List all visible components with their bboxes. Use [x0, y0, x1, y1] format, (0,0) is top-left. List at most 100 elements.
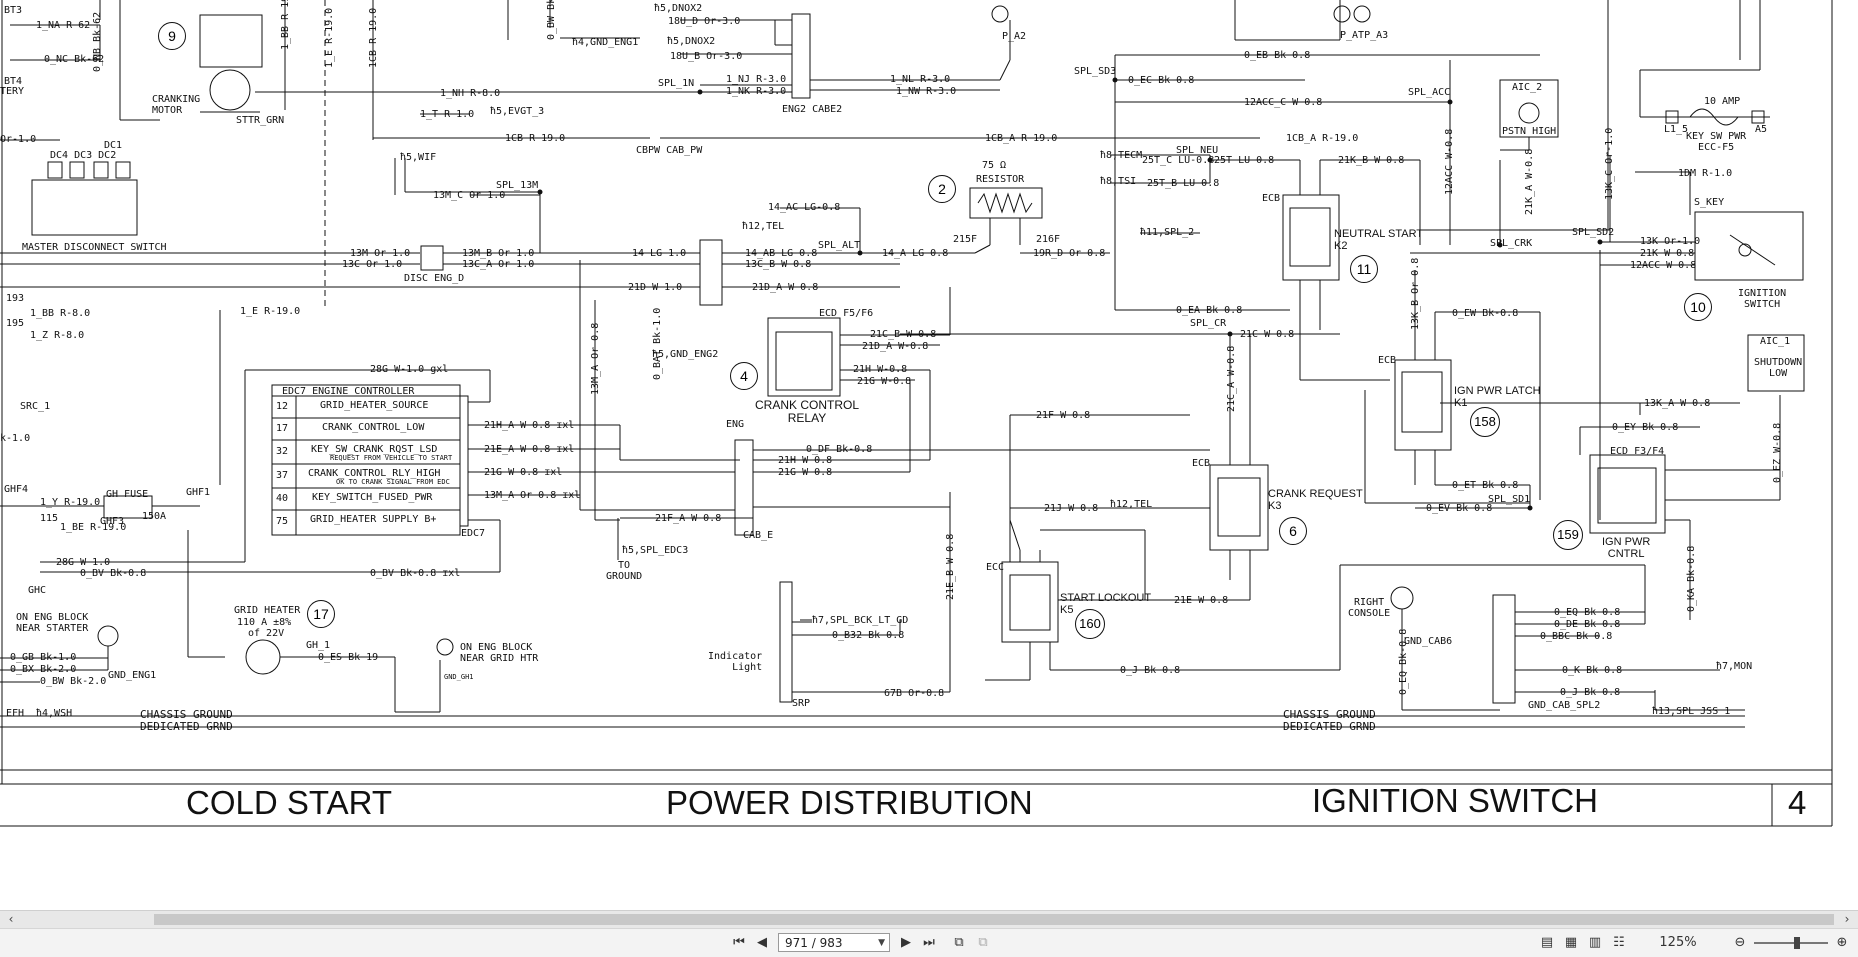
prev-page-icon[interactable]: ◀ [754, 934, 770, 952]
chassis-ground-label: CHASSIS GROUND [140, 708, 233, 721]
ecb-label: ECB [1262, 193, 1281, 204]
wire-label: 0_DE Bk-0.8 [1554, 619, 1621, 630]
wire-label: SPL_ALT [818, 240, 861, 251]
edc7-pin: 37 [276, 470, 289, 481]
wire-label: ħ12,TEL [742, 221, 785, 232]
edc7-signal: KEY_SWITCH_FUSED_PWR [312, 492, 433, 503]
wire-label: SPL_CR [1190, 318, 1227, 329]
wire-label: 21E W-0.8 [1174, 595, 1229, 606]
paste-icon[interactable]: ⧉ [974, 934, 992, 952]
wire-label: 25T_C LU-0.8 [1142, 155, 1215, 166]
gnd-cab-spl2-label: GND_CAB_SPL2 [1528, 700, 1601, 711]
cab-e-label: CAB_E [743, 530, 774, 541]
wire-label: 21C W-0.8 [1240, 329, 1295, 340]
wire-label: SPL_SD3 [1074, 66, 1117, 77]
resistor-label: RESISTOR [976, 174, 1025, 185]
gnd-cab6-label: GND_CAB6 [1404, 636, 1453, 647]
two-page-continuous-icon[interactable]: ☷ [1610, 934, 1628, 952]
two-page-view-icon[interactable]: ▥ [1586, 934, 1604, 952]
single-page-view-icon[interactable]: ▤ [1538, 934, 1556, 952]
scroll-right-icon[interactable]: › [1840, 912, 1854, 926]
key-sw-pwr-label: KEY SW PWR ECC-F5 [1686, 131, 1747, 153]
wire-label: 21K_A W-0.8 [1524, 148, 1535, 215]
wire-label: 13C_A Or-1.0 [462, 259, 535, 270]
zoom-out-icon[interactable]: ⊖ [1732, 934, 1748, 952]
wire-label: 21K_B W-0.8 [1338, 155, 1405, 166]
eng-block-starter-label: ON ENG BLOCK NEAR STARTER [16, 612, 89, 634]
wire-label: 28G W-1.0 [56, 557, 111, 568]
ghf4-label: GHF4 [4, 484, 29, 495]
ignition-switch-label: IGNITION SWITCH [1738, 288, 1787, 310]
wire-label: 25T LU-0.8 [1214, 155, 1275, 166]
wire-label: 21E_A W-0.8 ɪxl [484, 444, 575, 455]
schematic-page: BT3 1_NA R-62 0_NC Bk-62 BT4 TERY Or-1.0… [0, 0, 1858, 910]
scroll-left-icon[interactable]: ‹ [4, 912, 18, 926]
wire-label: 13K_B Or-0.8 [1410, 257, 1421, 330]
wire-label: 1CB R-19.0 [505, 133, 566, 144]
edc7-pin: 75 [276, 516, 289, 527]
wire-label: 21H W-0.8 [853, 364, 908, 375]
edc7-pin: 17 [276, 423, 289, 434]
last-page-icon[interactable]: ⏭ [920, 934, 938, 952]
callout-badge: 10 [1684, 293, 1712, 321]
wire-label: 18U_B Or-3.0 [670, 51, 743, 62]
wire-label: 1CB_A R-19.0 [985, 133, 1058, 144]
pstn-high-label: PSTN HIGH [1502, 126, 1557, 137]
wire-label: 1_NH R-8.0 [440, 88, 501, 99]
horizontal-scrollbar[interactable]: ‹ › [0, 910, 1858, 929]
wire-label: GH_1 [306, 640, 331, 651]
wire-label: ħ5,WIF [400, 152, 437, 163]
page-number-field[interactable]: 971 / 983 ▼ [778, 933, 890, 952]
zoom-in-icon[interactable]: ⊕ [1834, 934, 1850, 952]
continuous-view-icon[interactable]: ▦ [1562, 934, 1580, 952]
wire-label: 21F W-0.8 [1036, 410, 1091, 421]
wire-label: ħ5,EVGT_3 [490, 106, 545, 117]
wire-label: 13M Or-1.0 [350, 248, 411, 259]
wire-label: ħ13,SPL_JSS_1 [1652, 706, 1731, 717]
wire-label: 1_NK R-3.0 [726, 86, 787, 97]
first-page-icon[interactable]: ⏮ [730, 934, 748, 952]
edc7-title: EDC7 ENGINE CONTROLLER [282, 386, 415, 397]
wire-label: EFH [6, 708, 25, 719]
s-key-label: S_KEY [1694, 197, 1725, 208]
wire-label: 14_AC LG-0.8 [768, 202, 841, 213]
gnd-eng1-label: GND_ENG1 [108, 670, 157, 681]
edc7-label: EDC7 [461, 528, 486, 539]
wire-label: 21E_B W-0.8 [945, 533, 956, 600]
scrollbar-thumb[interactable] [154, 914, 1834, 925]
callout-badge: 2 [928, 175, 956, 203]
zoom-level[interactable]: 125% [1654, 934, 1702, 952]
wire-label: SPL_NEU [1176, 145, 1219, 156]
wire-label: 12ACC_C W-0.8 [1244, 97, 1323, 108]
wire-label: SPL_CRK [1490, 238, 1533, 249]
aic1-label: AIC_1 [1760, 336, 1791, 347]
wire-label: Or-1.0 [0, 134, 37, 145]
copy-icon[interactable]: ⧉ [950, 934, 968, 952]
ecd-f3f4-label: ECD F3/F4 [1610, 446, 1665, 457]
crank-request-label: CRANK REQUEST K3 [1268, 488, 1363, 512]
section-title-cold-start: COLD START [186, 784, 392, 821]
wire-label: 12ACC W-0.8 [1630, 260, 1697, 271]
wire-label: 195 [6, 318, 25, 329]
wire-label: 28G W-1.0 gxl [370, 364, 449, 375]
wire-label: 0_J Bk-0.8 [1120, 665, 1181, 676]
wire-label: 19R_D Or-0.8 [1033, 248, 1106, 259]
next-page-icon[interactable]: ▶ [898, 934, 914, 952]
wire-label: 0_EC Bk-0.8 [1128, 75, 1195, 86]
section-title-power-distribution: POWER DISTRIBUTION [666, 784, 1033, 821]
wire-label: 13M_A Or-0.8 ɪxl [484, 490, 581, 501]
to-ground-label: TO GROUND [606, 560, 643, 582]
callout-badge: 6 [1279, 517, 1307, 545]
ghc-label: GHC [28, 585, 47, 596]
wire-label: 21H_A W-0.8 ɪxl [484, 420, 575, 431]
ten-amp-label: 10 AMP [1704, 96, 1741, 107]
zoom-slider[interactable] [1754, 937, 1828, 949]
shutdown-low-label: SHUTDOWN LOW [1754, 357, 1803, 379]
chevron-down-icon[interactable]: ▼ [878, 934, 885, 953]
ghf1-label: GHF1 [186, 487, 211, 498]
wire-label: 0_BV Bk-0.8 ɪxl [370, 568, 461, 579]
wire-label: 0_J Bk-0.8 [1560, 687, 1621, 698]
viewer-toolbar: ⏮ ◀ 971 / 983 ▼ ▶ ⏭ ⧉ ⧉ ▤ ▦ ▥ ☷ 125% ⊖ ⊕ [0, 928, 1858, 957]
zoom-slider-knob[interactable] [1794, 937, 1800, 949]
edc7-pin: 40 [276, 493, 289, 504]
